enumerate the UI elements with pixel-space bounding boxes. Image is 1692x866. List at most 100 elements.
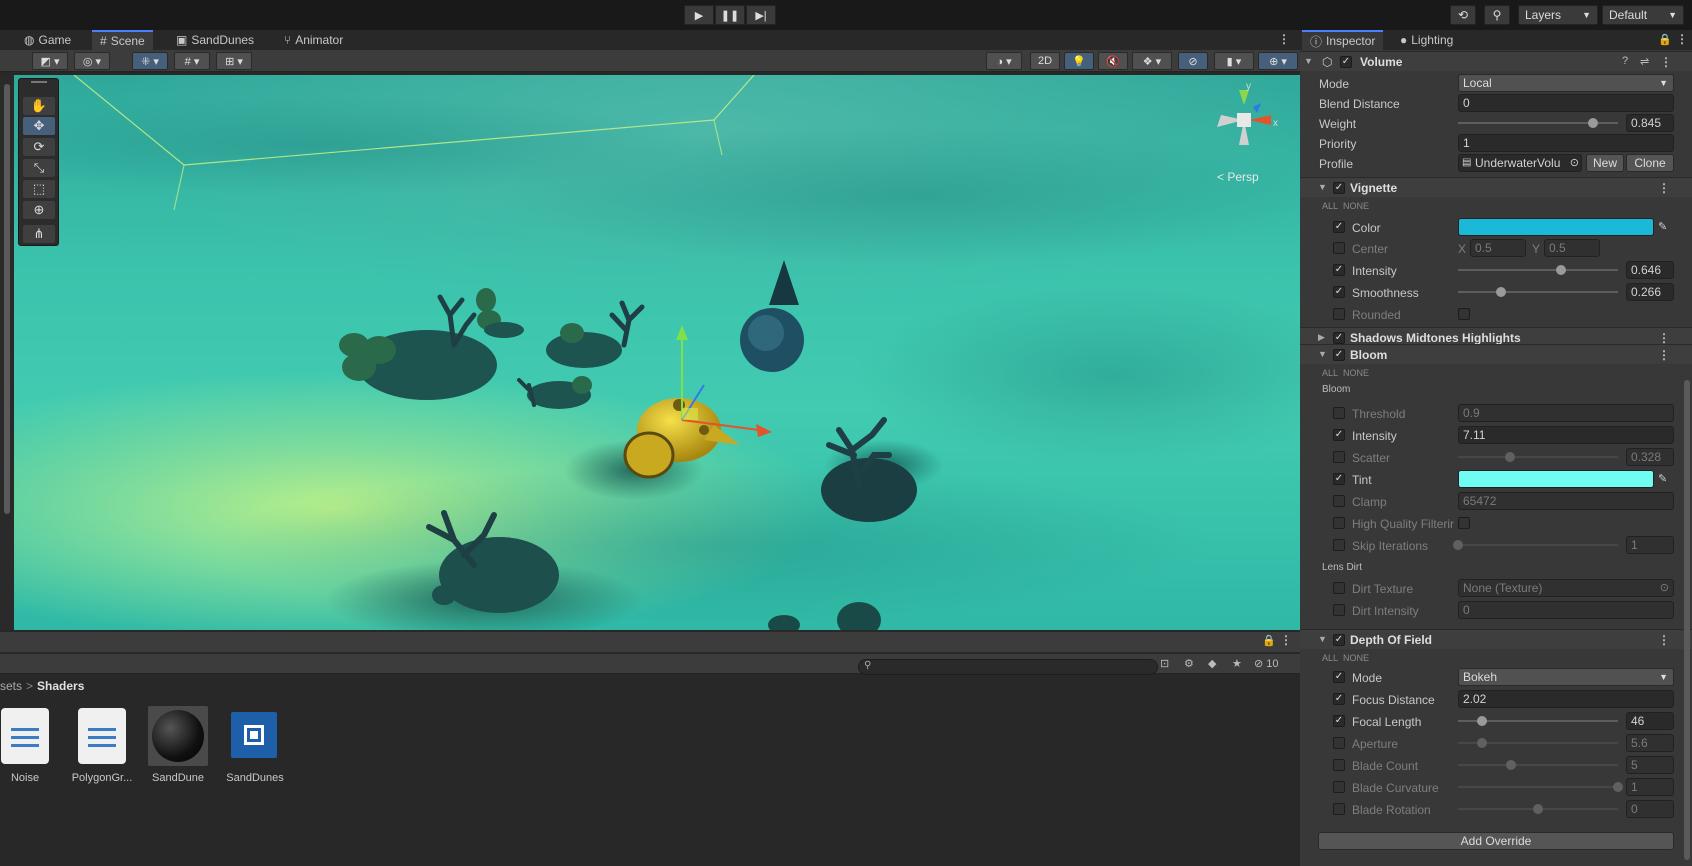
persp-label[interactable]: < Persp (1217, 170, 1259, 184)
eyedropper-icon[interactable]: ✎ (1658, 472, 1667, 485)
override-menu-icon[interactable]: ⋮ (1658, 348, 1670, 362)
bloom-intensity-field[interactable]: 7.11 (1458, 426, 1674, 444)
fold-arrow-icon[interactable]: ▼ (1318, 634, 1327, 644)
play-button[interactable]: ▶ (684, 5, 714, 25)
tint-override-checkbox[interactable]: ✓ (1333, 473, 1345, 485)
profile-object-field[interactable]: ▤ UnderwaterVolu ⊙ (1458, 154, 1582, 172)
intensity-slider-track[interactable] (1458, 269, 1618, 271)
override-menu-icon[interactable]: ⋮ (1658, 633, 1670, 647)
filter-icon[interactable]: ⚙ (1184, 657, 1194, 670)
step-button[interactable]: ▶| (746, 5, 776, 25)
effects-dropdown[interactable]: ❖ ▾ (1132, 52, 1172, 70)
blade-curvature-slider-track[interactable] (1458, 786, 1618, 788)
skip-slider-track[interactable] (1458, 544, 1618, 546)
dirt-intensity-field[interactable]: 0 (1458, 601, 1674, 619)
pause-button[interactable]: ❚❚ (715, 5, 745, 25)
add-override-button[interactable]: Add Override (1318, 832, 1674, 850)
hq-filtering-checkbox[interactable] (1458, 517, 1470, 529)
center-override-checkbox[interactable] (1333, 242, 1345, 254)
center-x-field[interactable]: 0.5 (1470, 239, 1526, 257)
volume-component-header[interactable]: ▼ ⬡ ✓ Volume ? ⇌ ⋮ (1300, 51, 1692, 71)
favorite-star-icon[interactable]: ★ (1232, 657, 1242, 670)
render-dropdown[interactable]: ◑ ▾ (986, 52, 1022, 70)
aperture-override-checkbox[interactable] (1333, 737, 1345, 749)
blade-curvature-slider-knob[interactable] (1613, 782, 1623, 792)
center-y-field[interactable]: 0.5 (1544, 239, 1600, 257)
lighting-toggle[interactable]: 💡 (1064, 52, 1094, 70)
intensity-slider-knob[interactable] (1556, 265, 1567, 275)
component-menu-icon[interactable]: ⋮ (1660, 55, 1672, 69)
vignette-color-swatch[interactable] (1458, 218, 1654, 236)
fold-arrow-icon[interactable]: ▼ (1318, 349, 1327, 359)
override-menu-icon[interactable]: ⋮ (1658, 181, 1670, 195)
dof-mode-override-checkbox[interactable]: ✓ (1333, 671, 1345, 683)
aperture-slider-knob[interactable] (1477, 738, 1487, 748)
2d-toggle[interactable]: 2D (1030, 52, 1060, 70)
all-button[interactable]: ALL (1322, 201, 1338, 211)
smoothness-override-checkbox[interactable]: ✓ (1333, 286, 1345, 298)
weight-slider-knob[interactable] (1588, 118, 1599, 128)
rounded-override-checkbox[interactable] (1333, 308, 1345, 320)
increment-snap-dropdown[interactable]: ⊞ ▾ (216, 52, 252, 70)
fold-arrow-icon[interactable]: ▼ (1318, 182, 1327, 192)
tab-animator[interactable]: ⑂ Animator (276, 30, 351, 50)
fold-arrow-icon[interactable]: ▼ (1304, 56, 1313, 66)
scatter-slider-knob[interactable] (1505, 452, 1516, 462)
lock-icon[interactable]: 🔒 (1658, 33, 1672, 46)
fold-arrow-right-icon[interactable]: ▶ (1318, 332, 1325, 343)
intensity-override-checkbox[interactable]: ✓ (1333, 264, 1345, 276)
dirt-texture-override-checkbox[interactable] (1333, 582, 1345, 594)
preset-icon[interactable]: ⇌ (1640, 55, 1649, 68)
object-picker-icon[interactable]: ⊙ (1570, 155, 1579, 171)
bloom-enabled-checkbox[interactable]: ✓ (1333, 349, 1345, 361)
asset-polygongr[interactable]: PolygonGr... (62, 708, 142, 788)
blade-curvature-field[interactable]: 1 (1626, 778, 1674, 796)
focal-length-field[interactable]: 46 (1626, 712, 1674, 730)
custom-tool[interactable]: ⋔ (23, 225, 55, 243)
scene-viewport[interactable]: y x < Persp (14, 75, 1300, 630)
priority-field[interactable]: 1 (1458, 134, 1674, 152)
transform-tool[interactable]: ⊕ (23, 201, 55, 219)
dof-enabled-checkbox[interactable]: ✓ (1333, 634, 1345, 646)
smoothness-slider-track[interactable] (1458, 291, 1618, 293)
drag-handle[interactable] (31, 81, 47, 83)
hidden-objects-toggle[interactable]: ⊘ (1178, 52, 1208, 70)
focal-override-checkbox[interactable]: ✓ (1333, 715, 1345, 727)
history-button[interactable]: ⟲ (1450, 5, 1476, 25)
panel-menu-icon[interactable]: ⋮ (1676, 32, 1688, 46)
tab-game[interactable]: ◍ Game (16, 30, 79, 50)
new-profile-button[interactable]: New (1586, 154, 1624, 172)
scatter-override-checkbox[interactable] (1333, 451, 1345, 463)
threshold-field[interactable]: 0.9 (1458, 404, 1674, 422)
blade-count-slider-track[interactable] (1458, 764, 1618, 766)
audio-toggle[interactable]: 🔇 (1098, 52, 1128, 70)
all-button[interactable]: ALL (1322, 653, 1338, 663)
smh-enabled-checkbox[interactable]: ✓ (1333, 332, 1345, 344)
help-icon[interactable]: ? (1622, 55, 1628, 67)
project-search-input[interactable]: ⚲ (858, 659, 1158, 675)
none-button[interactable]: NONE (1343, 201, 1369, 211)
eyedropper-icon[interactable]: ✎ (1658, 220, 1667, 233)
smoothness-field[interactable]: 0.266 (1626, 283, 1674, 301)
tab-inspector[interactable]: ⓘ Inspector (1302, 30, 1384, 50)
intensity-field[interactable]: 0.646 (1626, 261, 1674, 279)
rotate-tool[interactable]: ⟳ (23, 138, 55, 156)
vignette-header[interactable]: ▼ ✓ Vignette ⋮ (1300, 177, 1692, 197)
focal-slider-knob[interactable] (1477, 716, 1487, 726)
inspector-scrollbar[interactable] (1684, 380, 1690, 860)
skip-field[interactable]: 1 (1626, 536, 1674, 554)
scatter-slider-track[interactable] (1458, 456, 1618, 458)
tab-sanddunes[interactable]: ▣ SandDunes (168, 30, 262, 50)
scale-tool[interactable]: ⤡ (23, 159, 55, 177)
move-tool[interactable]: ✥ (23, 117, 55, 135)
snap-dropdown[interactable]: ⁜ ▾ (132, 52, 168, 70)
blend-distance-field[interactable]: 0 (1458, 94, 1674, 112)
focus-override-checkbox[interactable]: ✓ (1333, 693, 1345, 705)
label-icon[interactable]: ◆ (1208, 657, 1216, 670)
orientation-gizmo[interactable]: y x (1209, 81, 1279, 155)
scrollbar-thumb[interactable] (4, 84, 10, 514)
tint-color-swatch[interactable] (1458, 470, 1654, 488)
hq-override-checkbox[interactable] (1333, 517, 1345, 529)
vignette-enabled-checkbox[interactable]: ✓ (1333, 182, 1345, 194)
blade-count-slider-knob[interactable] (1505, 760, 1516, 770)
